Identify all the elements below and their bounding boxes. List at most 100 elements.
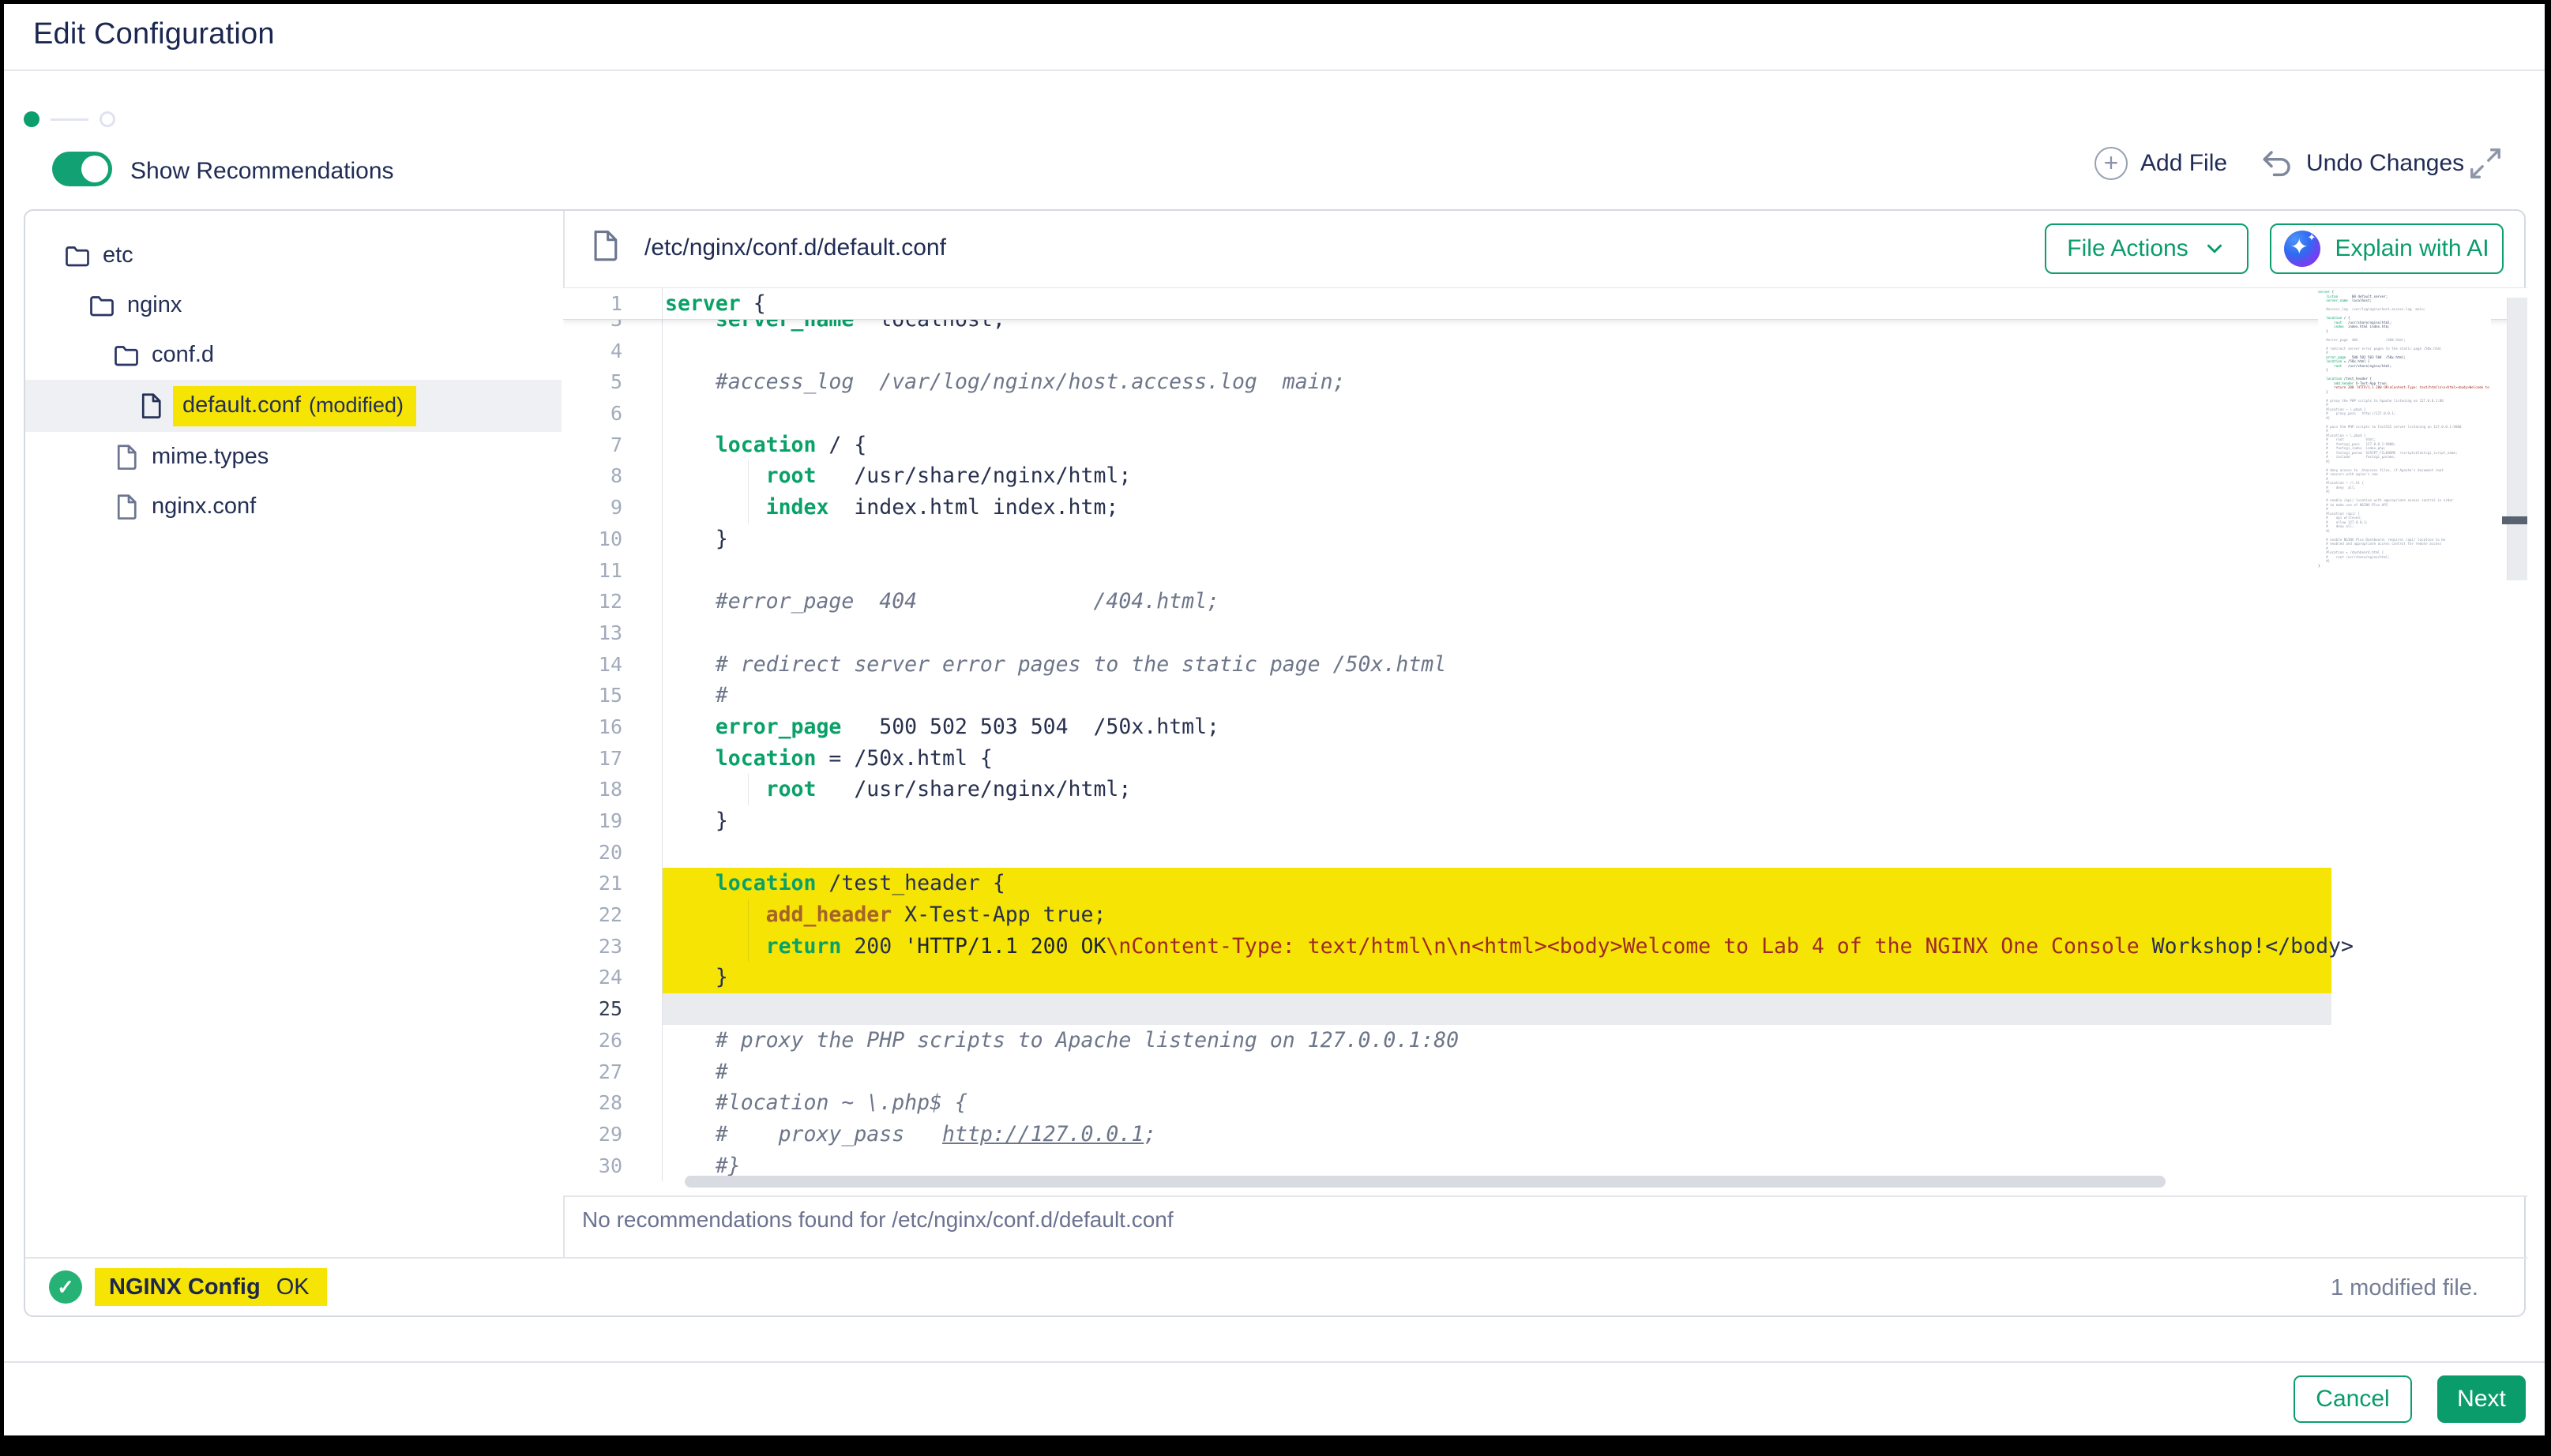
folder-icon bbox=[112, 341, 141, 370]
line-number: 17 bbox=[563, 743, 662, 775]
code-line[interactable]: 26 # proxy the PHP scripts to Apache lis… bbox=[563, 1025, 2527, 1056]
code-text: location / { bbox=[662, 430, 866, 461]
toggle-knob bbox=[81, 156, 108, 182]
footer-divider bbox=[0, 1361, 2551, 1363]
expand-icon bbox=[2467, 145, 2504, 182]
code-line[interactable]: 18 root /usr/share/nginx/html; bbox=[563, 774, 2527, 805]
code-text: return 200 'HTTP/1.1 200 OK\nContent-Typ… bbox=[662, 931, 2354, 963]
code-line[interactable]: 6 bbox=[563, 398, 2527, 430]
code-line[interactable]: 28 #location ~ \.php$ { bbox=[563, 1087, 2527, 1119]
code-text: location /test_header { bbox=[662, 868, 1005, 899]
tree-item-label: conf.d bbox=[152, 342, 214, 368]
code-text: } bbox=[662, 805, 728, 837]
tree-item-confd[interactable]: conf.d bbox=[25, 330, 562, 380]
line-number: 15 bbox=[563, 680, 662, 711]
modified-suffix: (modified) bbox=[309, 393, 404, 418]
undo-changes-label: Undo Changes bbox=[2306, 150, 2464, 177]
code-text: #access_log /var/log/nginx/host.access.l… bbox=[662, 366, 1346, 398]
modified-files-count: 1 modified file. bbox=[2331, 1275, 2478, 1301]
code-line[interactable]: 14 # redirect server error pages to the … bbox=[563, 649, 2527, 681]
sticky-code-line[interactable]: 1server { bbox=[563, 288, 2527, 320]
code-text: # bbox=[662, 1056, 728, 1088]
code-editor[interactable]: 1server { 3 server_name localhost;45 #ac… bbox=[563, 288, 2527, 1195]
recommendations-divider bbox=[563, 1195, 2527, 1197]
tree-item-nginxconf[interactable]: nginx.conf bbox=[25, 482, 562, 531]
next-button[interactable]: Next bbox=[2437, 1375, 2526, 1423]
code-line[interactable]: 9 index index.html index.htm; bbox=[563, 492, 2527, 523]
show-recommendations-toggle[interactable] bbox=[52, 152, 112, 186]
code-line[interactable]: 12 #error_page 404 /404.html; bbox=[563, 586, 2527, 617]
ai-sparkle-icon: ✦✦ bbox=[2284, 231, 2320, 267]
tree-item-label: mime.types bbox=[152, 444, 269, 470]
code-line[interactable]: 3 server_name localhost; bbox=[563, 320, 2527, 336]
code-text bbox=[662, 617, 665, 649]
code-text: # bbox=[662, 680, 728, 711]
line-number: 11 bbox=[563, 555, 662, 587]
code-line[interactable]: 17 location = /50x.html { bbox=[563, 743, 2527, 775]
expand-button[interactable] bbox=[2467, 145, 2504, 182]
code-line[interactable]: 24 } bbox=[563, 962, 2527, 993]
tree-item-etc[interactable]: etc bbox=[25, 231, 562, 280]
explain-ai-label: Explain with AI bbox=[2335, 235, 2489, 262]
undo-icon bbox=[2260, 147, 2294, 180]
recommendations-message: No recommendations found for /etc/nginx/… bbox=[582, 1207, 1174, 1233]
code-text bbox=[662, 993, 665, 1025]
code-line[interactable]: 23 return 200 'HTTP/1.1 200 OK\nContent-… bbox=[563, 931, 2527, 963]
step-dot-current[interactable] bbox=[24, 111, 39, 127]
code-line[interactable]: 16 error_page 500 502 503 504 /50x.html; bbox=[563, 711, 2527, 743]
line-number: 28 bbox=[563, 1087, 662, 1119]
line-number: 25 bbox=[563, 993, 662, 1025]
line-number: 10 bbox=[563, 523, 662, 555]
code-line[interactable]: 20 bbox=[563, 837, 2527, 869]
add-file-button[interactable]: + Add File bbox=[2095, 147, 2227, 180]
code-line[interactable]: 10 } bbox=[563, 523, 2527, 555]
code-line[interactable]: 22 add_header X-Test-App true; bbox=[563, 899, 2527, 931]
nginx-config-status-badge: NGINX Config OK bbox=[95, 1268, 327, 1306]
tree-item-label: etc bbox=[103, 242, 133, 268]
line-number: 14 bbox=[563, 649, 662, 681]
code-text: error_page 500 502 503 504 /50x.html; bbox=[662, 711, 1219, 743]
code-text bbox=[662, 555, 665, 587]
code-line[interactable]: 25 bbox=[563, 993, 2527, 1025]
folder-icon bbox=[88, 291, 116, 320]
code-line[interactable]: 4 bbox=[563, 336, 2527, 367]
vertical-scrollbar-thumb[interactable] bbox=[2502, 516, 2527, 524]
chevron-down-icon bbox=[2203, 237, 2226, 261]
code-line[interactable]: 13 bbox=[563, 617, 2527, 649]
tree-item-nginx[interactable]: nginx bbox=[25, 280, 562, 330]
code-line[interactable]: 19 } bbox=[563, 805, 2527, 837]
code-line[interactable]: 21 location /test_header { bbox=[563, 868, 2527, 899]
editor-minimap[interactable]: server { listen 80 default_server; serve… bbox=[2318, 290, 2491, 569]
explain-with-ai-button[interactable]: ✦✦ Explain with AI bbox=[2270, 223, 2504, 274]
cancel-button[interactable]: Cancel bbox=[2294, 1375, 2412, 1423]
line-number: 23 bbox=[563, 931, 662, 963]
code-text: server { bbox=[662, 288, 766, 320]
page-title: Edit Configuration bbox=[33, 17, 275, 51]
code-text bbox=[662, 398, 665, 430]
file-actions-button[interactable]: File Actions bbox=[2045, 223, 2249, 274]
code-line[interactable]: 27 # bbox=[563, 1056, 2527, 1088]
screenshot-edge bbox=[2545, 0, 2551, 1456]
step-dot-next[interactable] bbox=[100, 111, 115, 127]
code-line[interactable]: 5 #access_log /var/log/nginx/host.access… bbox=[563, 366, 2527, 398]
tree-item-defaultconf[interactable]: default.conf (modified) bbox=[25, 380, 562, 432]
code-line[interactable]: 15 # bbox=[563, 680, 2527, 711]
code-line[interactable]: 11 bbox=[563, 555, 2527, 587]
vertical-scrollbar-track[interactable] bbox=[2507, 298, 2527, 580]
code-line[interactable]: 1server { bbox=[563, 288, 2527, 320]
line-number: 20 bbox=[563, 837, 662, 869]
horizontal-scrollbar[interactable] bbox=[685, 1176, 2166, 1188]
edit-configuration-modal: Edit Configuration Show Recommendations … bbox=[0, 0, 2551, 1456]
screenshot-edge bbox=[0, 0, 4, 1456]
code-text: } bbox=[662, 523, 728, 555]
line-number: 5 bbox=[563, 366, 662, 398]
undo-changes-button[interactable]: Undo Changes bbox=[2260, 147, 2464, 180]
line-number: 30 bbox=[563, 1150, 662, 1182]
code-scroll-area[interactable]: 3 server_name localhost;45 #access_log /… bbox=[563, 320, 2527, 1195]
code-line[interactable]: 8 root /usr/share/nginx/html; bbox=[563, 460, 2527, 492]
line-number: 12 bbox=[563, 586, 662, 617]
tree-item-mimetypes[interactable]: mime.types bbox=[25, 432, 562, 482]
open-file-path: /etc/nginx/conf.d/default.conf bbox=[644, 235, 946, 261]
code-line[interactable]: 29 # proxy_pass http://127.0.0.1; bbox=[563, 1119, 2527, 1150]
code-line[interactable]: 7 location / { bbox=[563, 430, 2527, 461]
